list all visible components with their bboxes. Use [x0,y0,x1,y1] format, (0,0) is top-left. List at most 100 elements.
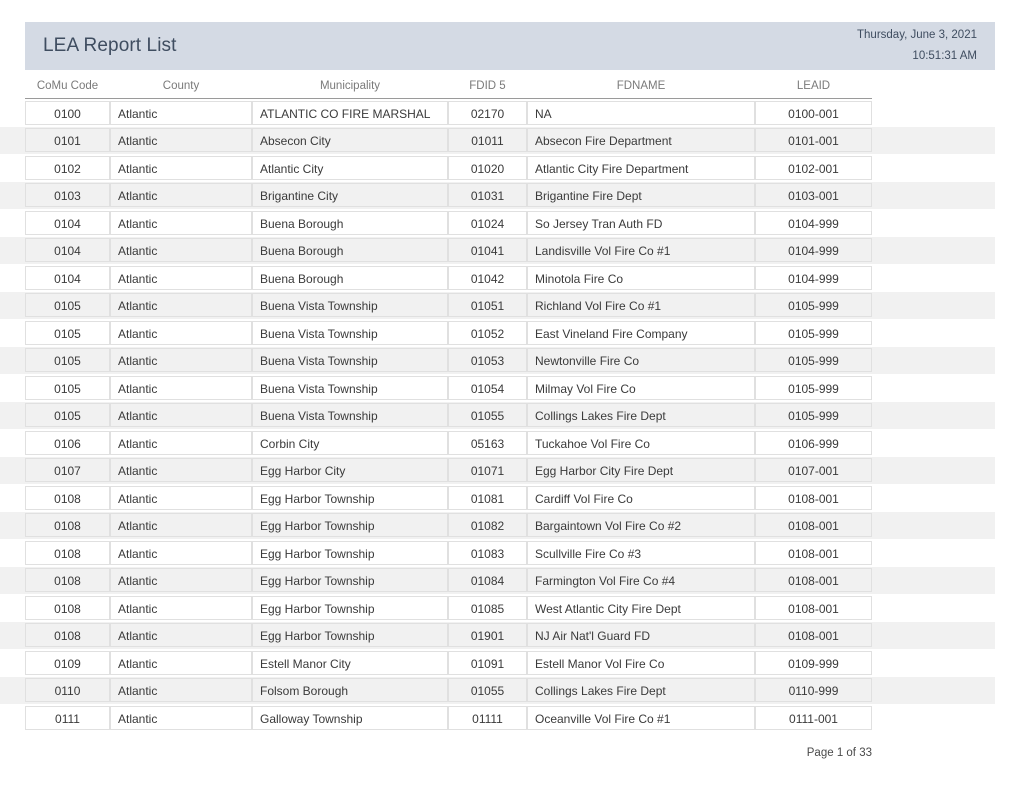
table-cell-municipality: Buena Vista Township [252,403,448,427]
table-cell-fdid5: 01901 [448,623,527,647]
table-column-header-row: CoMu Code County Municipality FDID 5 FDNAME L… [25,78,872,99]
table-cell-comu_code: 0110 [25,678,110,702]
table-cell-comu_code: 0108 [25,623,110,647]
table-cell-fdname: Absecon Fire Department [527,128,755,152]
table-cell-fdname: So Jersey Tran Auth FD [527,210,755,235]
column-header-fdname[interactable]: FDNAME [527,78,755,98]
table-cell-municipality: Atlantic City [252,155,448,180]
table-cell-comu_code: 0105 [25,293,110,317]
table-row[interactable]: 0108 Atlantic Egg Harbor Township 01901 NJ A… [0,621,995,649]
table-cell-leaid: 0108-001 [755,623,872,647]
table-cell-fdid5: 05163 [448,430,527,455]
table-cell-fdid5: 01024 [448,210,527,235]
table-cell-fdname: Milmay Vol Fire Co [527,375,755,400]
table-cell-comu_code: 0107 [25,458,110,482]
table-row[interactable]: 0108 Atlantic Egg Harbor Township 01083 Scul… [0,539,995,567]
table-cell-county: Atlantic [110,568,252,592]
table-cell-fdname: Bargaintown Vol Fire Co #2 [527,513,755,537]
table-cell-municipality: Buena Borough [252,238,448,262]
table-cell-county: Atlantic [110,623,252,647]
table-cell-comu_code: 0111 [25,705,110,730]
table-row[interactable]: 0104 Atlantic Buena Borough 01024 So Jersey … [0,209,995,237]
table-row[interactable]: 0100 Atlantic ATLANTIC CO FIRE MARSHAL 0217… [0,99,995,127]
table-cell-fdname: Collings Lakes Fire Dept [527,678,755,702]
table-row[interactable]: 0111 Atlantic Galloway Township 01111 Oceanv… [0,704,995,732]
table-cell-leaid: 0108-001 [755,485,872,510]
table-cell-county: Atlantic [110,238,252,262]
table-cell-fdid5: 02170 [448,100,527,125]
table-cell-comu_code: 0109 [25,650,110,675]
table-row[interactable]: 0105 Atlantic Buena Vista Township 01052 Eas… [0,319,995,347]
table-row[interactable]: 0108 Atlantic Egg Harbor Township 01081 Card… [0,484,995,512]
column-header-fdid5[interactable]: FDID 5 [448,78,527,98]
table-cell-fdid5: 01083 [448,540,527,565]
table-cell-leaid: 0108-001 [755,540,872,565]
table-cell-municipality: Buena Vista Township [252,293,448,317]
report-header-banner: LEA Report List Thursday, June 3, 2021 1… [25,22,995,70]
table-cell-fdid5: 01054 [448,375,527,400]
table-row[interactable]: 0106 Atlantic Corbin City 05163 Tuckahoe Vol… [0,429,995,457]
table-cell-county: Atlantic [110,513,252,537]
table-cell-county: Atlantic [110,183,252,207]
table-cell-leaid: 0104-999 [755,210,872,235]
table-cell-fdname: Brigantine Fire Dept [527,183,755,207]
table-row[interactable]: 0105 Atlantic Buena Vista Township 01054 Mil… [0,374,995,402]
table-cell-leaid: 0108-001 [755,595,872,620]
column-header-municipality[interactable]: Municipality [252,78,448,98]
table-cell-fdname: East Vineland Fire Company [527,320,755,345]
table-cell-county: Atlantic [110,458,252,482]
table-row[interactable]: 0105 Atlantic Buena Vista Township 01055 Col… [0,401,995,429]
table-cell-municipality: Estell Manor City [252,650,448,675]
table-cell-leaid: 0105-999 [755,320,872,345]
table-cell-comu_code: 0108 [25,595,110,620]
table-row[interactable]: 0104 Atlantic Buena Borough 01042 Minotola F… [0,264,995,292]
table-cell-fdname: Estell Manor Vol Fire Co [527,650,755,675]
table-cell-municipality: Egg Harbor Township [252,595,448,620]
table-cell-county: Atlantic [110,595,252,620]
table-cell-municipality: Buena Borough [252,210,448,235]
table-cell-fdid5: 01084 [448,568,527,592]
table-cell-municipality: Egg Harbor City [252,458,448,482]
table-cell-municipality: Absecon City [252,128,448,152]
table-cell-comu_code: 0104 [25,210,110,235]
table-cell-leaid: 0104-999 [755,265,872,290]
table-row[interactable]: 0104 Atlantic Buena Borough 01041 Landisvill… [0,236,995,264]
table-cell-county: Atlantic [110,650,252,675]
table-cell-leaid: 0108-001 [755,513,872,537]
table-row[interactable]: 0105 Atlantic Buena Vista Township 01053 New… [0,346,995,374]
table-row[interactable]: 0107 Atlantic Egg Harbor City 01071 Egg Harb… [0,456,995,484]
table-cell-municipality: Corbin City [252,430,448,455]
table-cell-municipality: Buena Vista Township [252,348,448,372]
table-cell-fdid5: 01082 [448,513,527,537]
table-cell-leaid: 0104-999 [755,238,872,262]
table-cell-fdid5: 01091 [448,650,527,675]
page-title: LEA Report List [43,35,177,56]
table-cell-comu_code: 0108 [25,568,110,592]
column-header-county[interactable]: County [110,78,252,98]
table-row[interactable]: 0108 Atlantic Egg Harbor Township 01085 West… [0,594,995,622]
table-cell-fdname: Atlantic City Fire Department [527,155,755,180]
table-row[interactable]: 0103 Atlantic Brigantine City 01031 Briganti… [0,181,995,209]
table-cell-fdname: Egg Harbor City Fire Dept [527,458,755,482]
table-cell-county: Atlantic [110,210,252,235]
table-cell-leaid: 0109-999 [755,650,872,675]
table-cell-fdid5: 01020 [448,155,527,180]
table-row[interactable]: 0102 Atlantic Atlantic City 01020 Atlantic C… [0,154,995,182]
table-row[interactable]: 0108 Atlantic Egg Harbor Township 01082 Barg… [0,511,995,539]
table-row[interactable]: 0108 Atlantic Egg Harbor Township 01084 Farm… [0,566,995,594]
report-datetime: Thursday, June 3, 2021 10:51:31 AM [857,22,995,70]
table-cell-leaid: 0110-999 [755,678,872,702]
table-cell-comu_code: 0102 [25,155,110,180]
table-body: 0100 Atlantic ATLANTIC CO FIRE MARSHAL 0217… [0,99,1020,732]
column-header-leaid[interactable]: LEAID [755,78,872,98]
table-cell-comu_code: 0105 [25,348,110,372]
table-row[interactable]: 0101 Atlantic Absecon City 01011 Absecon Fir… [0,126,995,154]
table-cell-leaid: 0107-001 [755,458,872,482]
table-row[interactable]: 0105 Atlantic Buena Vista Township 01051 Ric… [0,291,995,319]
table-cell-leaid: 0105-999 [755,375,872,400]
table-cell-fdname: NA [527,100,755,125]
table-row[interactable]: 0109 Atlantic Estell Manor City 01091 Estell… [0,649,995,677]
table-row[interactable]: 0110 Atlantic Folsom Borough 01055 Collings … [0,676,995,704]
column-header-comu_code[interactable]: CoMu Code [25,78,110,98]
table-cell-fdid5: 01041 [448,238,527,262]
